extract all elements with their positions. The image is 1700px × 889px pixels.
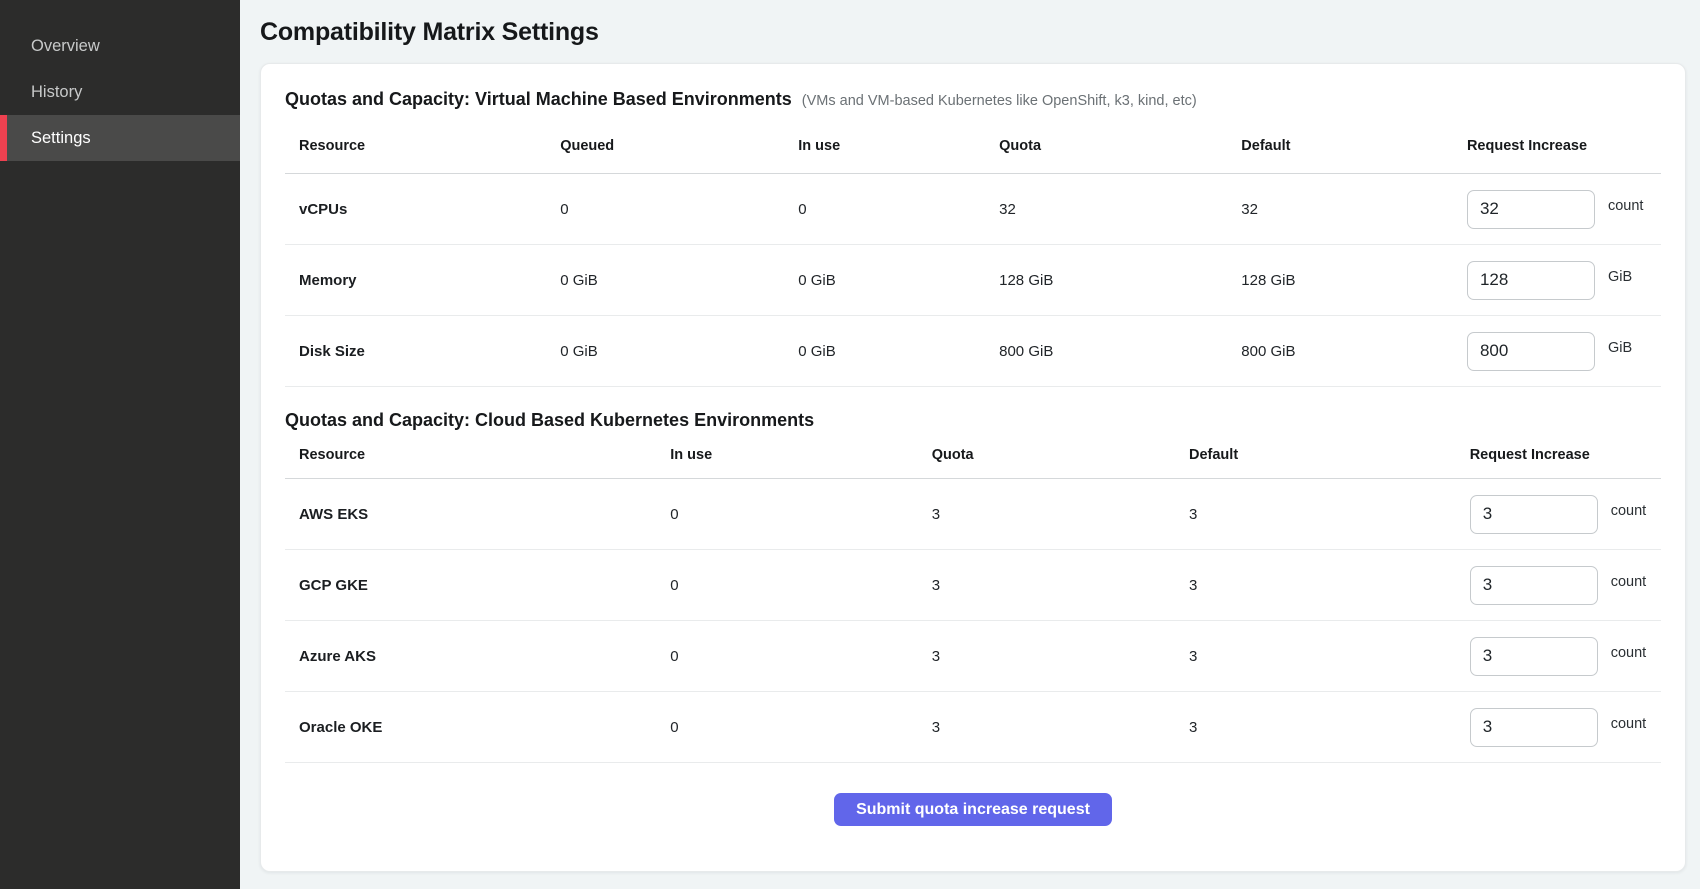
in-use-value: 0 GiB [798, 316, 999, 387]
vm-quota-table: Resource Queued In use Quota Default Req… [285, 118, 1661, 387]
column-header-request-increase: Request Increase [1470, 433, 1661, 479]
sidebar: Overview History Settings [0, 0, 240, 889]
request-increase-input[interactable] [1467, 261, 1595, 300]
resource-name: Azure AKS [285, 621, 670, 692]
queued-value: 0 [560, 174, 798, 245]
column-header-quota: Quota [932, 433, 1189, 479]
request-increase-input[interactable] [1470, 566, 1598, 605]
resource-name: Disk Size [285, 316, 560, 387]
unit-label: GiB [1608, 340, 1632, 356]
table-header-row: Resource In use Quota Default Request In… [285, 433, 1661, 479]
submit-row: Submit quota increase request [285, 793, 1661, 826]
table-row: AWS EKS 0 3 3 count [285, 479, 1661, 550]
unit-label: count [1611, 574, 1646, 590]
queued-value: 0 GiB [560, 316, 798, 387]
table-header-row: Resource Queued In use Quota Default Req… [285, 118, 1661, 174]
resource-name: Memory [285, 245, 560, 316]
default-value: 3 [1189, 550, 1470, 621]
in-use-value: 0 [670, 692, 931, 763]
column-header-quota: Quota [999, 118, 1241, 174]
sidebar-item-label: History [31, 83, 82, 102]
table-row: GCP GKE 0 3 3 count [285, 550, 1661, 621]
unit-label: count [1611, 716, 1646, 732]
resource-name: AWS EKS [285, 479, 670, 550]
column-header-request-increase: Request Increase [1467, 118, 1661, 174]
table-row: Oracle OKE 0 3 3 count [285, 692, 1661, 763]
default-value: 128 GiB [1241, 245, 1467, 316]
main-content: Compatibility Matrix Settings Quotas and… [240, 0, 1700, 889]
cloud-section-header: Quotas and Capacity: Cloud Based Kuberne… [285, 409, 1661, 431]
sidebar-item-overview[interactable]: Overview [0, 23, 240, 69]
in-use-value: 0 [798, 174, 999, 245]
quota-value: 800 GiB [999, 316, 1241, 387]
in-use-value: 0 [670, 621, 931, 692]
resource-name: vCPUs [285, 174, 560, 245]
default-value: 32 [1241, 174, 1467, 245]
resource-name: GCP GKE [285, 550, 670, 621]
submit-quota-increase-button[interactable]: Submit quota increase request [834, 793, 1112, 826]
request-increase-input[interactable] [1470, 708, 1598, 747]
sidebar-item-label: Overview [31, 37, 100, 56]
default-value: 3 [1189, 692, 1470, 763]
resource-name: Oracle OKE [285, 692, 670, 763]
column-header-queued: Queued [560, 118, 798, 174]
page-title: Compatibility Matrix Settings [260, 18, 1686, 47]
vm-section-header: Quotas and Capacity: Virtual Machine Bas… [285, 88, 1661, 110]
request-increase-input[interactable] [1470, 495, 1598, 534]
table-row: vCPUs 0 0 32 32 count [285, 174, 1661, 245]
in-use-value: 0 [670, 550, 931, 621]
sidebar-item-settings[interactable]: Settings [0, 115, 240, 161]
request-increase-input[interactable] [1467, 190, 1595, 229]
quota-value: 3 [932, 692, 1189, 763]
column-header-in-use: In use [670, 433, 931, 479]
quota-value: 3 [932, 479, 1189, 550]
table-row: Memory 0 GiB 0 GiB 128 GiB 128 GiB GiB [285, 245, 1661, 316]
sidebar-item-history[interactable]: History [0, 69, 240, 115]
in-use-value: 0 [670, 479, 931, 550]
default-value: 800 GiB [1241, 316, 1467, 387]
quota-value: 128 GiB [999, 245, 1241, 316]
column-header-default: Default [1241, 118, 1467, 174]
unit-label: count [1608, 198, 1643, 214]
in-use-value: 0 GiB [798, 245, 999, 316]
default-value: 3 [1189, 621, 1470, 692]
vm-section-title: Quotas and Capacity: Virtual Machine Bas… [285, 88, 792, 110]
quota-value: 32 [999, 174, 1241, 245]
cloud-section-title: Quotas and Capacity: Cloud Based Kuberne… [285, 409, 814, 431]
column-header-default: Default [1189, 433, 1470, 479]
column-header-in-use: In use [798, 118, 999, 174]
request-increase-input[interactable] [1470, 637, 1598, 676]
unit-label: count [1611, 645, 1646, 661]
cloud-quota-table: Resource In use Quota Default Request In… [285, 433, 1661, 763]
queued-value: 0 GiB [560, 245, 798, 316]
sidebar-item-label: Settings [31, 129, 91, 148]
request-increase-input[interactable] [1467, 332, 1595, 371]
default-value: 3 [1189, 479, 1470, 550]
table-row: Disk Size 0 GiB 0 GiB 800 GiB 800 GiB Gi… [285, 316, 1661, 387]
unit-label: count [1611, 503, 1646, 519]
quota-value: 3 [932, 621, 1189, 692]
column-header-resource: Resource [285, 118, 560, 174]
vm-section-subtitle: (VMs and VM-based Kubernetes like OpenSh… [802, 93, 1197, 109]
settings-card: Quotas and Capacity: Virtual Machine Bas… [260, 63, 1686, 872]
column-header-resource: Resource [285, 433, 670, 479]
quota-value: 3 [932, 550, 1189, 621]
unit-label: GiB [1608, 269, 1632, 285]
app-root: Overview History Settings Compatibility … [0, 0, 1700, 889]
table-row: Azure AKS 0 3 3 count [285, 621, 1661, 692]
